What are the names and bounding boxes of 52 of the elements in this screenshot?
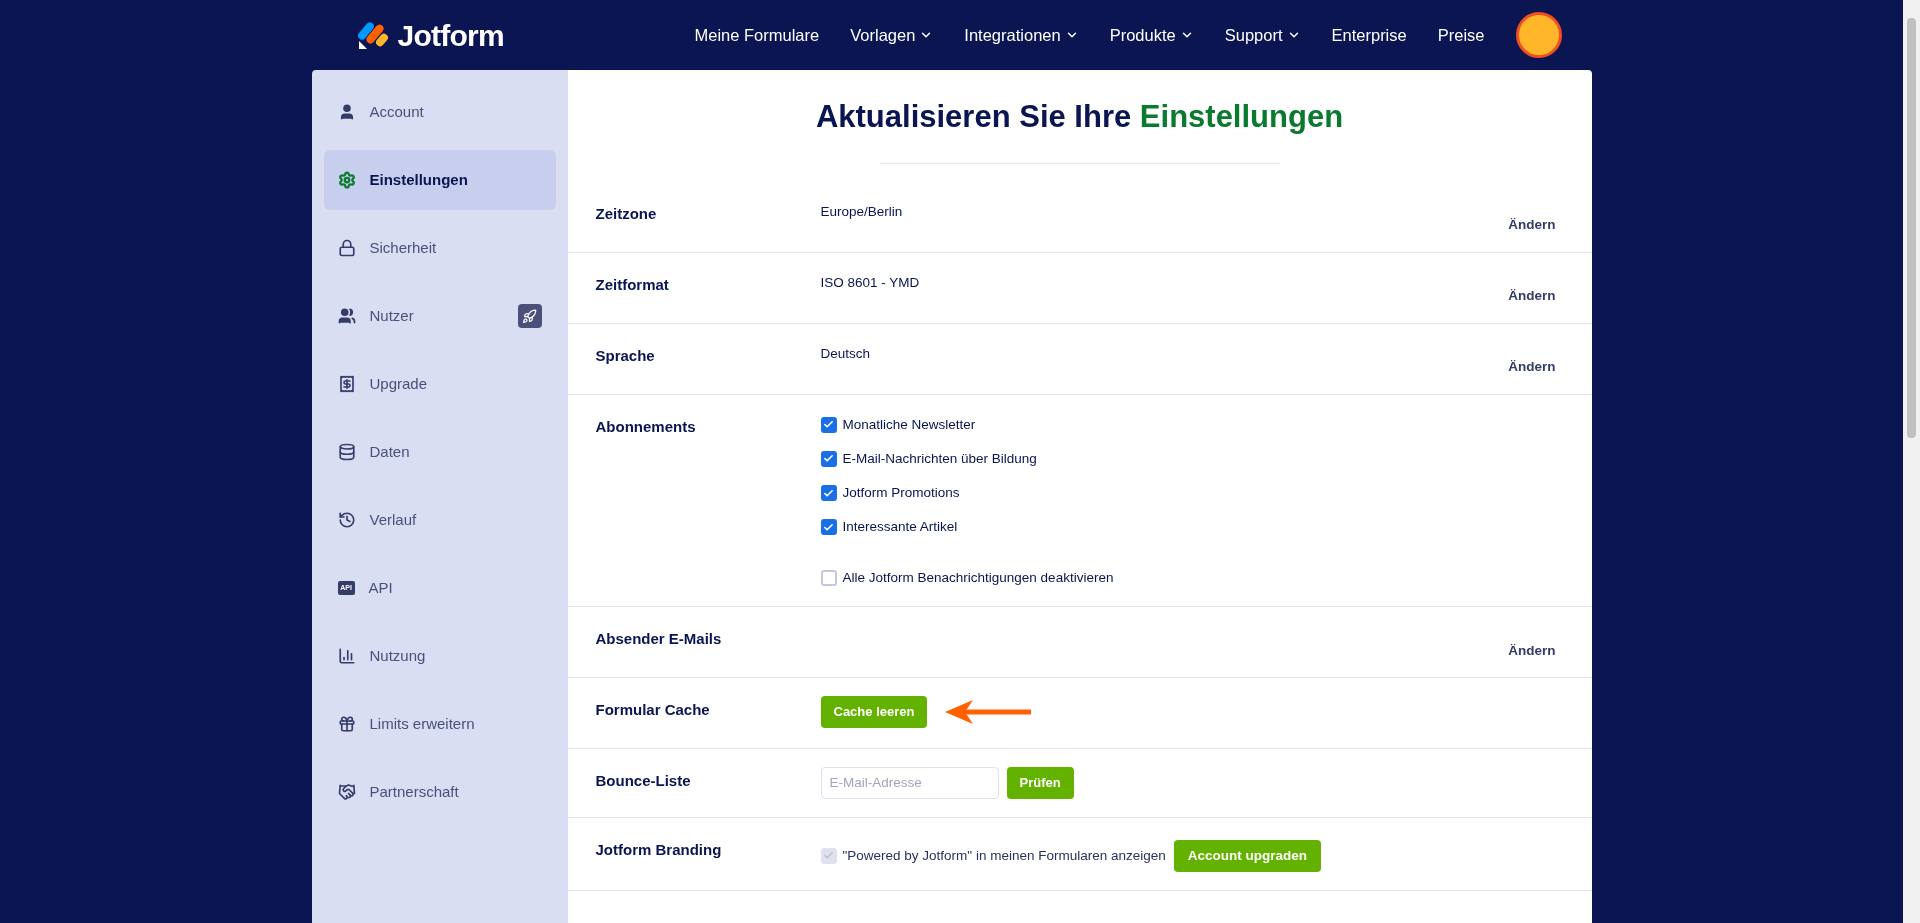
page-title: Aktualisieren Sie Ihre Einstellungen bbox=[814, 98, 1345, 136]
sidebar-label: Nutzer bbox=[369, 305, 415, 326]
nav-link[interactable]: Produkte bbox=[1109, 22, 1194, 48]
row-label: Bounce-Liste bbox=[595, 770, 692, 791]
sidebar-label: Account bbox=[369, 101, 425, 122]
sidebar-label: Sicherheit bbox=[369, 237, 438, 258]
row-label: Zeitzone bbox=[595, 203, 658, 224]
sidebar-item[interactable]: Partnerschaft bbox=[323, 762, 556, 822]
checkbox-label: "Powered by Jotform" in meinen Formularen anzeigen bbox=[842, 846, 1166, 865]
sidebar-label: Verlauf bbox=[369, 509, 418, 530]
sidebar-item[interactable]: Verlauf bbox=[323, 490, 556, 550]
sidebar-item[interactable]: Sicherheit bbox=[323, 218, 556, 278]
nav-link[interactable]: Support bbox=[1224, 22, 1301, 48]
sidebar-item[interactable]: Einstellungen bbox=[323, 150, 556, 210]
row-label: Abonnements bbox=[595, 416, 697, 437]
sidebar-item[interactable]: Nutzung bbox=[323, 626, 556, 686]
checkbox-label: Monatliche Newsletter bbox=[842, 415, 976, 434]
sidebar-label: Limits erweitern bbox=[369, 713, 476, 734]
sidebar-item[interactable]: Nutzer bbox=[323, 286, 556, 346]
sidebar-label: Daten bbox=[369, 441, 411, 462]
sidebar-label: Nutzung bbox=[369, 645, 427, 666]
nav-link[interactable]: Integrationen bbox=[964, 22, 1079, 48]
row-label: Absender E-Mails bbox=[595, 628, 723, 649]
row-label: Sprache bbox=[595, 345, 656, 366]
checkbox-label: Alle Jotform Benachrichtigungen deaktivieren bbox=[842, 568, 1114, 587]
sidebar-item[interactable]: Upgrade bbox=[323, 354, 556, 414]
setting-value: Deutsch bbox=[820, 344, 871, 363]
checkbox-label: Jotform Promotions bbox=[842, 484, 960, 502]
sidebar-label: Upgrade bbox=[369, 373, 429, 394]
checkbox-label: Interessante Artikel bbox=[842, 518, 958, 537]
nav-link[interactable]: Meine Formulare bbox=[694, 22, 820, 48]
nav-link[interactable]: Preise bbox=[1437, 22, 1485, 48]
sidebar-label: API bbox=[368, 577, 394, 598]
nav-link[interactable]: Enterprise bbox=[1331, 22, 1407, 48]
email-input[interactable]: E-Mail-Adresse bbox=[820, 766, 999, 799]
sidebar-label: Einstellungen bbox=[369, 169, 469, 190]
nav-link[interactable]: Vorlagen bbox=[850, 22, 934, 48]
sidebar-item[interactable]: Daten bbox=[323, 422, 556, 482]
setting-value: ISO 8601 - YMD bbox=[820, 273, 920, 292]
change-link[interactable]: Ändern bbox=[1508, 215, 1556, 236]
change-link[interactable]: Ändern bbox=[1508, 640, 1556, 661]
sidebar-label: Partnerschaft bbox=[369, 781, 460, 802]
change-link[interactable]: Ändern bbox=[1508, 357, 1556, 378]
row-label: Formular Cache bbox=[595, 699, 711, 720]
change-link[interactable]: Ändern bbox=[1508, 286, 1556, 307]
sidebar-item[interactable]: Account bbox=[323, 82, 556, 142]
row-label: Zeitformat bbox=[595, 274, 670, 295]
logo-text[interactable]: Jotform bbox=[397, 12, 504, 58]
checkbox-label: E-Mail-Nachrichten über Bildung bbox=[842, 449, 1037, 468]
row-label: Jotform Branding bbox=[595, 839, 723, 860]
setting-value: Europe/Berlin bbox=[820, 202, 903, 221]
sidebar-item[interactable]: Limits erweitern bbox=[323, 694, 556, 754]
